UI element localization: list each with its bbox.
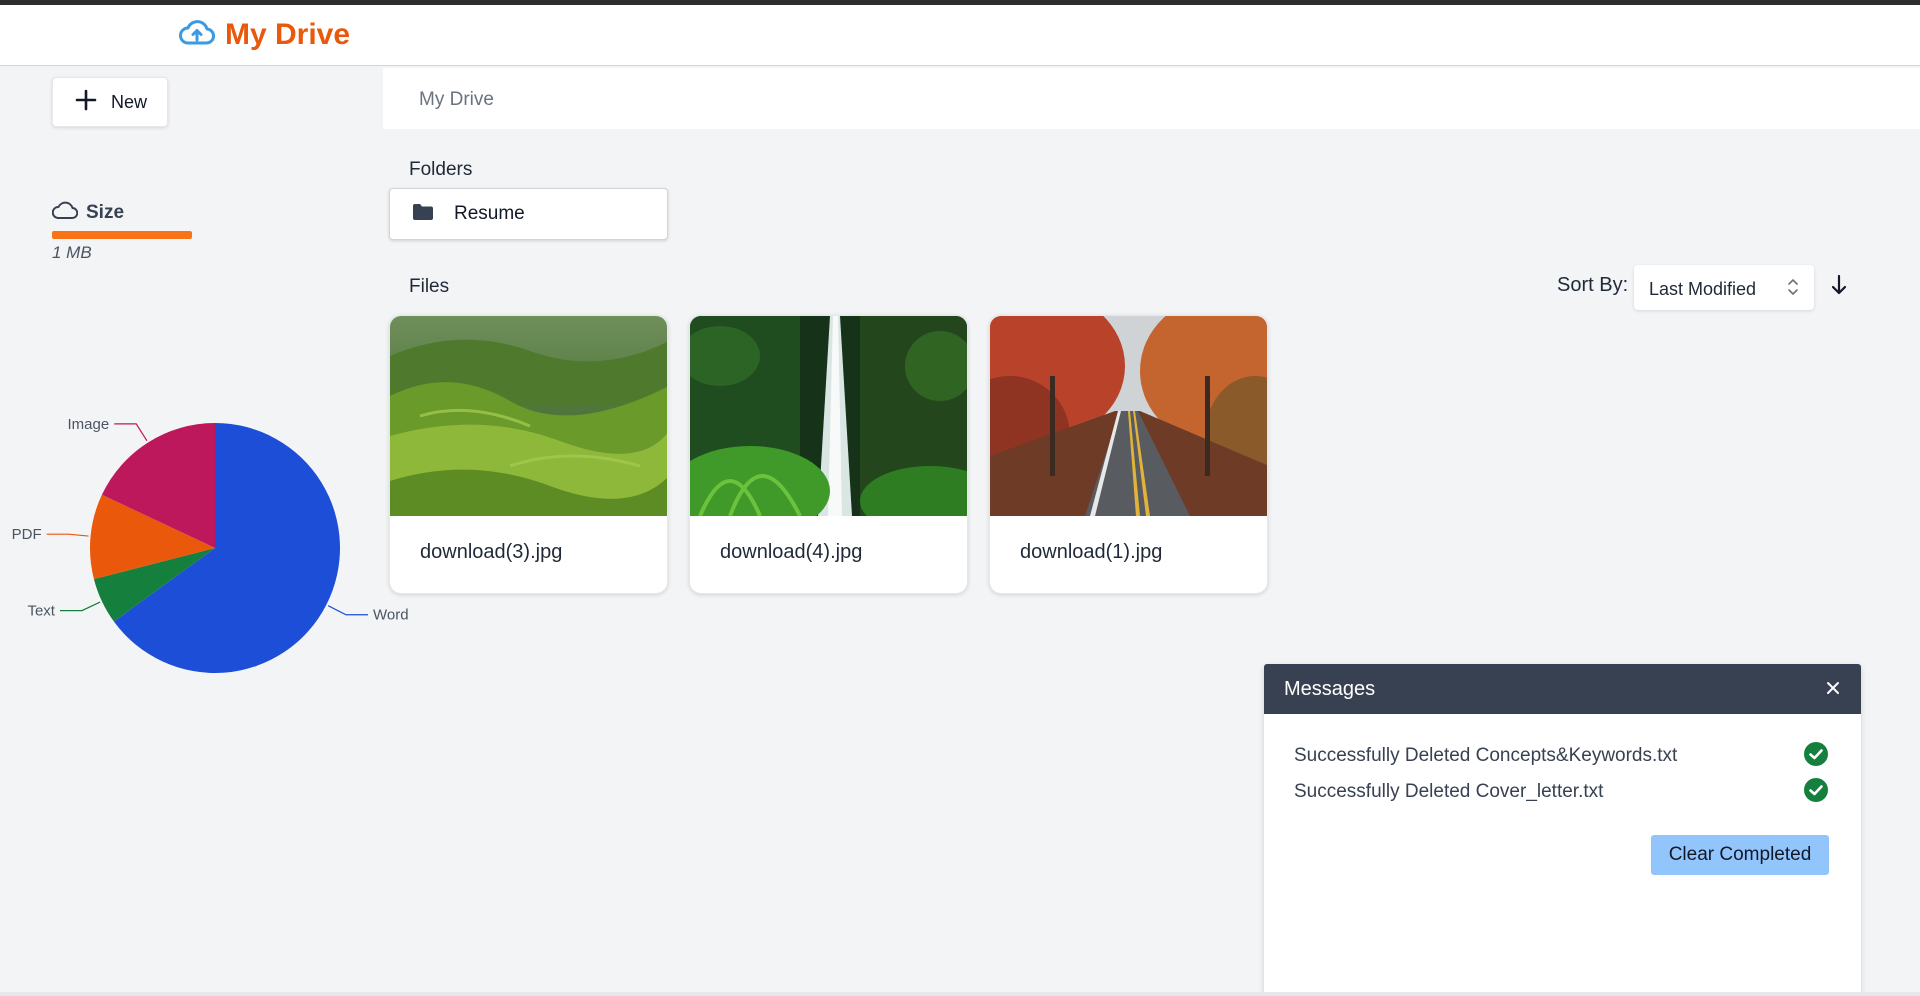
- messages-header: Messages: [1264, 664, 1861, 714]
- message-item: Successfully Deleted Cover_letter.txt: [1294, 778, 1834, 803]
- message-text: Successfully Deleted Cover_letter.txt: [1294, 781, 1604, 802]
- folder-name: Resume: [454, 203, 525, 224]
- folder-icon: [412, 203, 434, 226]
- pie-label-text: Text: [27, 603, 55, 620]
- messages-title: Messages: [1284, 678, 1376, 700]
- breadcrumb-current[interactable]: My Drive: [419, 89, 494, 110]
- brand[interactable]: My Drive: [179, 18, 350, 52]
- sort-selected-value: Last Modified: [1649, 279, 1757, 299]
- check-circle-icon: [1804, 742, 1828, 772]
- messages-panel: Messages Successfully Deleted Concepts&K…: [1264, 664, 1861, 996]
- cloud-icon: [51, 199, 79, 227]
- clear-completed-button[interactable]: Clear Completed: [1651, 835, 1829, 875]
- app-title: My Drive: [225, 18, 351, 51]
- top-bar: My Drive: [0, 5, 1920, 66]
- storage-value: 1 MB: [52, 243, 92, 262]
- breadcrumb: My Drive: [383, 68, 1920, 129]
- pie-leader-line: [327, 605, 368, 616]
- pie-leader-line: [114, 423, 148, 442]
- pie-label-image: Image: [68, 416, 110, 433]
- plus-icon: [75, 89, 97, 116]
- folder-card[interactable]: Resume: [389, 188, 668, 240]
- new-button-label: New: [111, 91, 148, 112]
- file-card[interactable]: download(3).jpg: [389, 315, 668, 594]
- sort-label: Sort By:: [1557, 274, 1629, 296]
- check-circle-icon: [1804, 778, 1828, 808]
- folders-heading: Folders: [409, 159, 473, 180]
- pie-label-word: Word: [373, 607, 409, 624]
- storage-bar: [52, 231, 192, 239]
- file-thumbnail: [390, 316, 667, 516]
- new-button[interactable]: New: [52, 77, 168, 127]
- file-type-pie-chart: Word Text PDF Image: [12, 416, 409, 673]
- close-icon[interactable]: [1825, 679, 1841, 702]
- files-heading: Files: [409, 276, 450, 297]
- chevron-updown-icon: [1786, 276, 1800, 303]
- cloud-upload-icon: [179, 19, 215, 52]
- storage-label: Size: [86, 202, 125, 223]
- sort-select[interactable]: Last Modified: [1634, 265, 1814, 310]
- file-name: download(4).jpg: [720, 541, 863, 563]
- pie-leader-line: [46, 533, 89, 537]
- pie-label-pdf: PDF: [12, 526, 42, 543]
- pie-leader-line: [59, 601, 101, 612]
- storage-size: Size 1 MB: [51, 199, 192, 263]
- file-name: download(3).jpg: [420, 541, 563, 563]
- file-card[interactable]: download(1).jpg: [989, 315, 1268, 594]
- file-thumbnail: [990, 316, 1267, 516]
- bottom-scrollbar-track: [0, 992, 1920, 996]
- file-thumbnail: [690, 316, 967, 536]
- file-card[interactable]: download(4).jpg: [689, 315, 968, 594]
- arrow-down-icon[interactable]: [1829, 273, 1849, 302]
- file-name: download(1).jpg: [1020, 541, 1163, 563]
- message-item: Successfully Deleted Concepts&Keywords.t…: [1294, 742, 1834, 767]
- message-text: Successfully Deleted Concepts&Keywords.t…: [1294, 745, 1678, 766]
